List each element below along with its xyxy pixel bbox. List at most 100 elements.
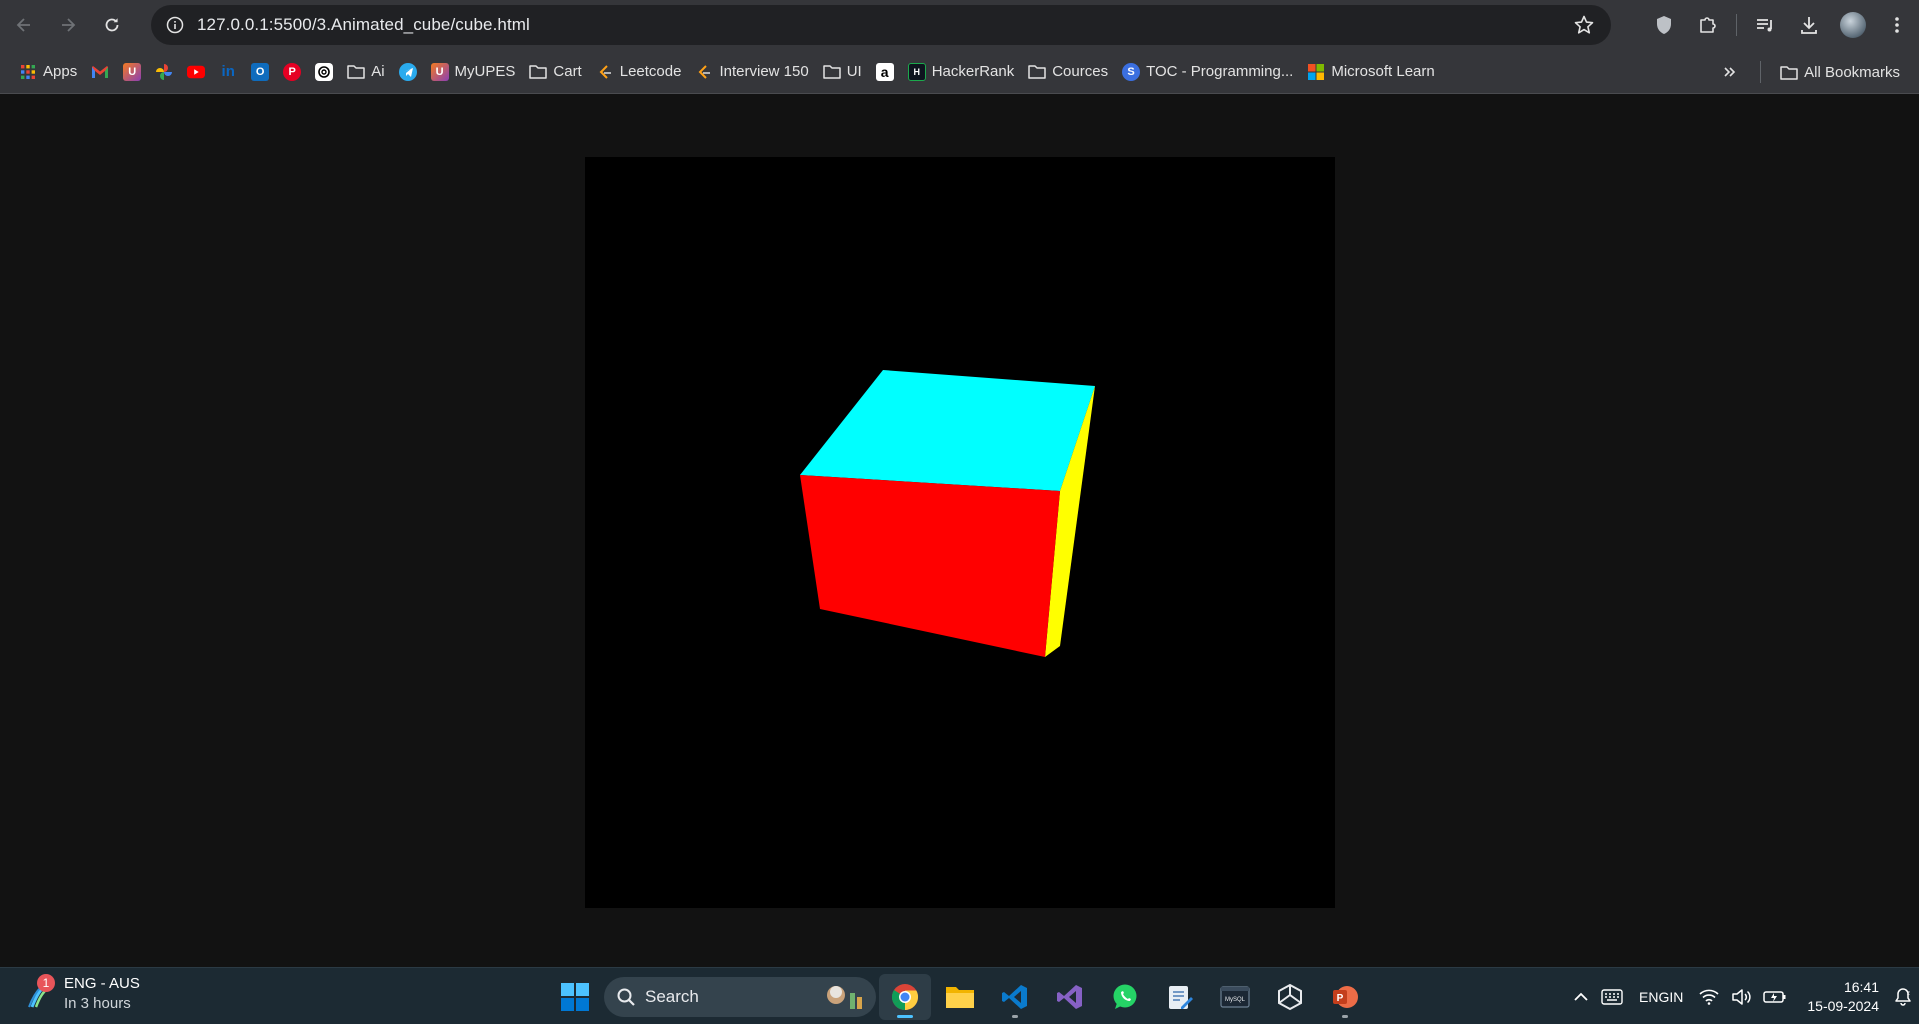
bookmark-amazon[interactable]: a [869, 56, 901, 88]
page-content [0, 95, 1919, 967]
language-line-1: ENG [1639, 988, 1670, 1005]
download-icon [1801, 17, 1817, 34]
address-bar[interactable]: 127.0.0.1:5500/3.Animated_cube/cube.html [151, 5, 1611, 45]
chevron-double-right-icon [1721, 63, 1739, 81]
bookmark-myupes[interactable]: U MyUPES [424, 56, 523, 88]
taskbar-app-visual-studio[interactable] [1044, 974, 1096, 1020]
downloads-button[interactable] [1787, 3, 1831, 47]
show-hidden-icons-button[interactable] [1567, 977, 1595, 1017]
reload-button[interactable] [92, 5, 132, 45]
taskbar-app-chrome[interactable] [879, 974, 931, 1020]
notepad-icon [1169, 986, 1193, 1009]
all-bookmarks-label: All Bookmarks [1804, 63, 1900, 81]
bookmark-youtube[interactable] [180, 56, 212, 88]
all-bookmarks-button[interactable]: All Bookmarks [1773, 56, 1907, 88]
bookmark-apps[interactable]: Apps [12, 56, 84, 88]
google-photos-icon [155, 63, 173, 81]
clock-time: 16:41 [1843, 978, 1879, 995]
taskbar-app-mysql[interactable]: MySQL [1209, 974, 1261, 1020]
folder-icon [1780, 63, 1798, 81]
toolbar-actions [1642, 0, 1919, 50]
more-bookmarks-button[interactable] [1714, 56, 1746, 88]
bookmark-pinterest[interactable]: P [276, 56, 308, 88]
powerpoint-icon: P [1333, 986, 1358, 1008]
folder-icon [1028, 63, 1046, 81]
bookmark-myupes-icon-link[interactable]: U [116, 56, 148, 88]
svg-text:P: P [1337, 993, 1344, 1004]
gmail-icon [91, 63, 109, 81]
site-info-button[interactable] [155, 5, 195, 45]
network-button[interactable] [1693, 977, 1725, 1017]
taskbar-search[interactable]: Search [604, 977, 876, 1017]
toolbar-divider [1736, 14, 1737, 36]
extensions-button[interactable] [1686, 3, 1730, 47]
chatgpt-icon [315, 62, 334, 81]
menu-button[interactable] [1875, 3, 1919, 47]
keyboard-icon [1601, 988, 1623, 1005]
avatar [1840, 12, 1866, 38]
bookmark-google-photos[interactable] [148, 56, 180, 88]
taskbar-app-vscode[interactable] [989, 974, 1041, 1020]
leetcode-icon [695, 63, 713, 81]
weather-line-2: In 3 hours [64, 995, 131, 1012]
cube-front-face [800, 475, 1060, 657]
bookmark-outlook[interactable]: O [244, 56, 276, 88]
taskbar-app-powerpoint[interactable]: P [1319, 974, 1371, 1020]
clock[interactable]: 16:41 15-09-2024 [1793, 978, 1887, 1016]
bookmark-toc-programming[interactable]: S TOC - Programming... [1115, 56, 1300, 88]
kebab-menu-icon [1895, 17, 1899, 33]
puzzle-icon [1700, 17, 1716, 33]
windows-logo-icon [561, 983, 589, 1011]
outlook-icon: O [251, 62, 270, 81]
linkedin-icon: in [221, 63, 235, 80]
bookmark-telegram[interactable] [392, 56, 424, 88]
profile-button[interactable] [1831, 3, 1875, 47]
bookmark-label: TOC - Programming... [1146, 63, 1294, 80]
url-text[interactable]: 127.0.0.1:5500/3.Animated_cube/cube.html [197, 15, 530, 35]
bookmark-star-icon[interactable] [1573, 14, 1595, 41]
bookmark-folder-cources[interactable]: Cources [1021, 56, 1115, 88]
bookmark-folder-ai[interactable]: Ai [340, 56, 391, 88]
bookmark-folder-cart[interactable]: Cart [522, 56, 588, 88]
taskbar-app-whatsapp[interactable] [1099, 974, 1151, 1020]
touch-keyboard-button[interactable] [1595, 977, 1629, 1017]
myupes-icon: U [123, 62, 142, 81]
taskbar-app-file-explorer[interactable] [934, 974, 986, 1020]
info-icon [166, 16, 184, 34]
search-highlight-icon [827, 986, 862, 1009]
start-button[interactable] [552, 974, 598, 1020]
pinterest-icon: P [283, 62, 302, 81]
bookmark-leetcode[interactable]: Leetcode [589, 56, 689, 88]
chevron-up-icon [1574, 992, 1588, 1001]
bookmarks-divider [1760, 61, 1762, 83]
browser-toolbar: 127.0.0.1:5500/3.Animated_cube/cube.html [0, 0, 1919, 50]
bookmark-gmail[interactable] [84, 56, 116, 88]
bookmark-hackerrank[interactable]: H HackerRank [901, 56, 1022, 88]
running-indicator [1342, 1015, 1348, 1018]
bookmark-chatgpt[interactable] [308, 56, 340, 88]
apps-grid-icon [19, 63, 37, 81]
bookmark-interview-150[interactable]: Interview 150 [688, 56, 815, 88]
input-language-indicator[interactable]: ENG IN [1629, 977, 1693, 1017]
bookmark-folder-ui[interactable]: UI [816, 56, 869, 88]
battery-button[interactable] [1757, 977, 1793, 1017]
weather-line-1: ENG - AUS [64, 975, 140, 992]
volume-button[interactable] [1725, 977, 1757, 1017]
cube [800, 370, 1095, 657]
bookmark-linkedin[interactable]: in [212, 56, 244, 88]
back-button[interactable] [4, 5, 44, 45]
cube-top-face [800, 370, 1095, 491]
bookmark-label: MyUPES [454, 63, 516, 80]
folder-icon [822, 63, 841, 81]
bookmark-label: Microsoft Learn [1331, 63, 1435, 80]
shield-extension-button[interactable] [1642, 3, 1686, 47]
bookmark-microsoft-learn[interactable]: Microsoft Learn [1300, 56, 1441, 88]
file-explorer-icon [946, 987, 974, 1008]
taskbar-app-notepad[interactable] [1154, 974, 1206, 1020]
weather-widget[interactable]: 1 ENG - AUS In 3 hours [24, 974, 140, 1014]
notifications-button[interactable]: z [1887, 977, 1919, 1017]
taskbar-app-unity[interactable] [1264, 974, 1316, 1020]
reading-list-button[interactable] [1743, 3, 1787, 47]
forward-button[interactable] [48, 5, 88, 45]
windows-taskbar: 1 ENG - AUS In 3 hours Search MySQL P EN… [0, 967, 1919, 1024]
